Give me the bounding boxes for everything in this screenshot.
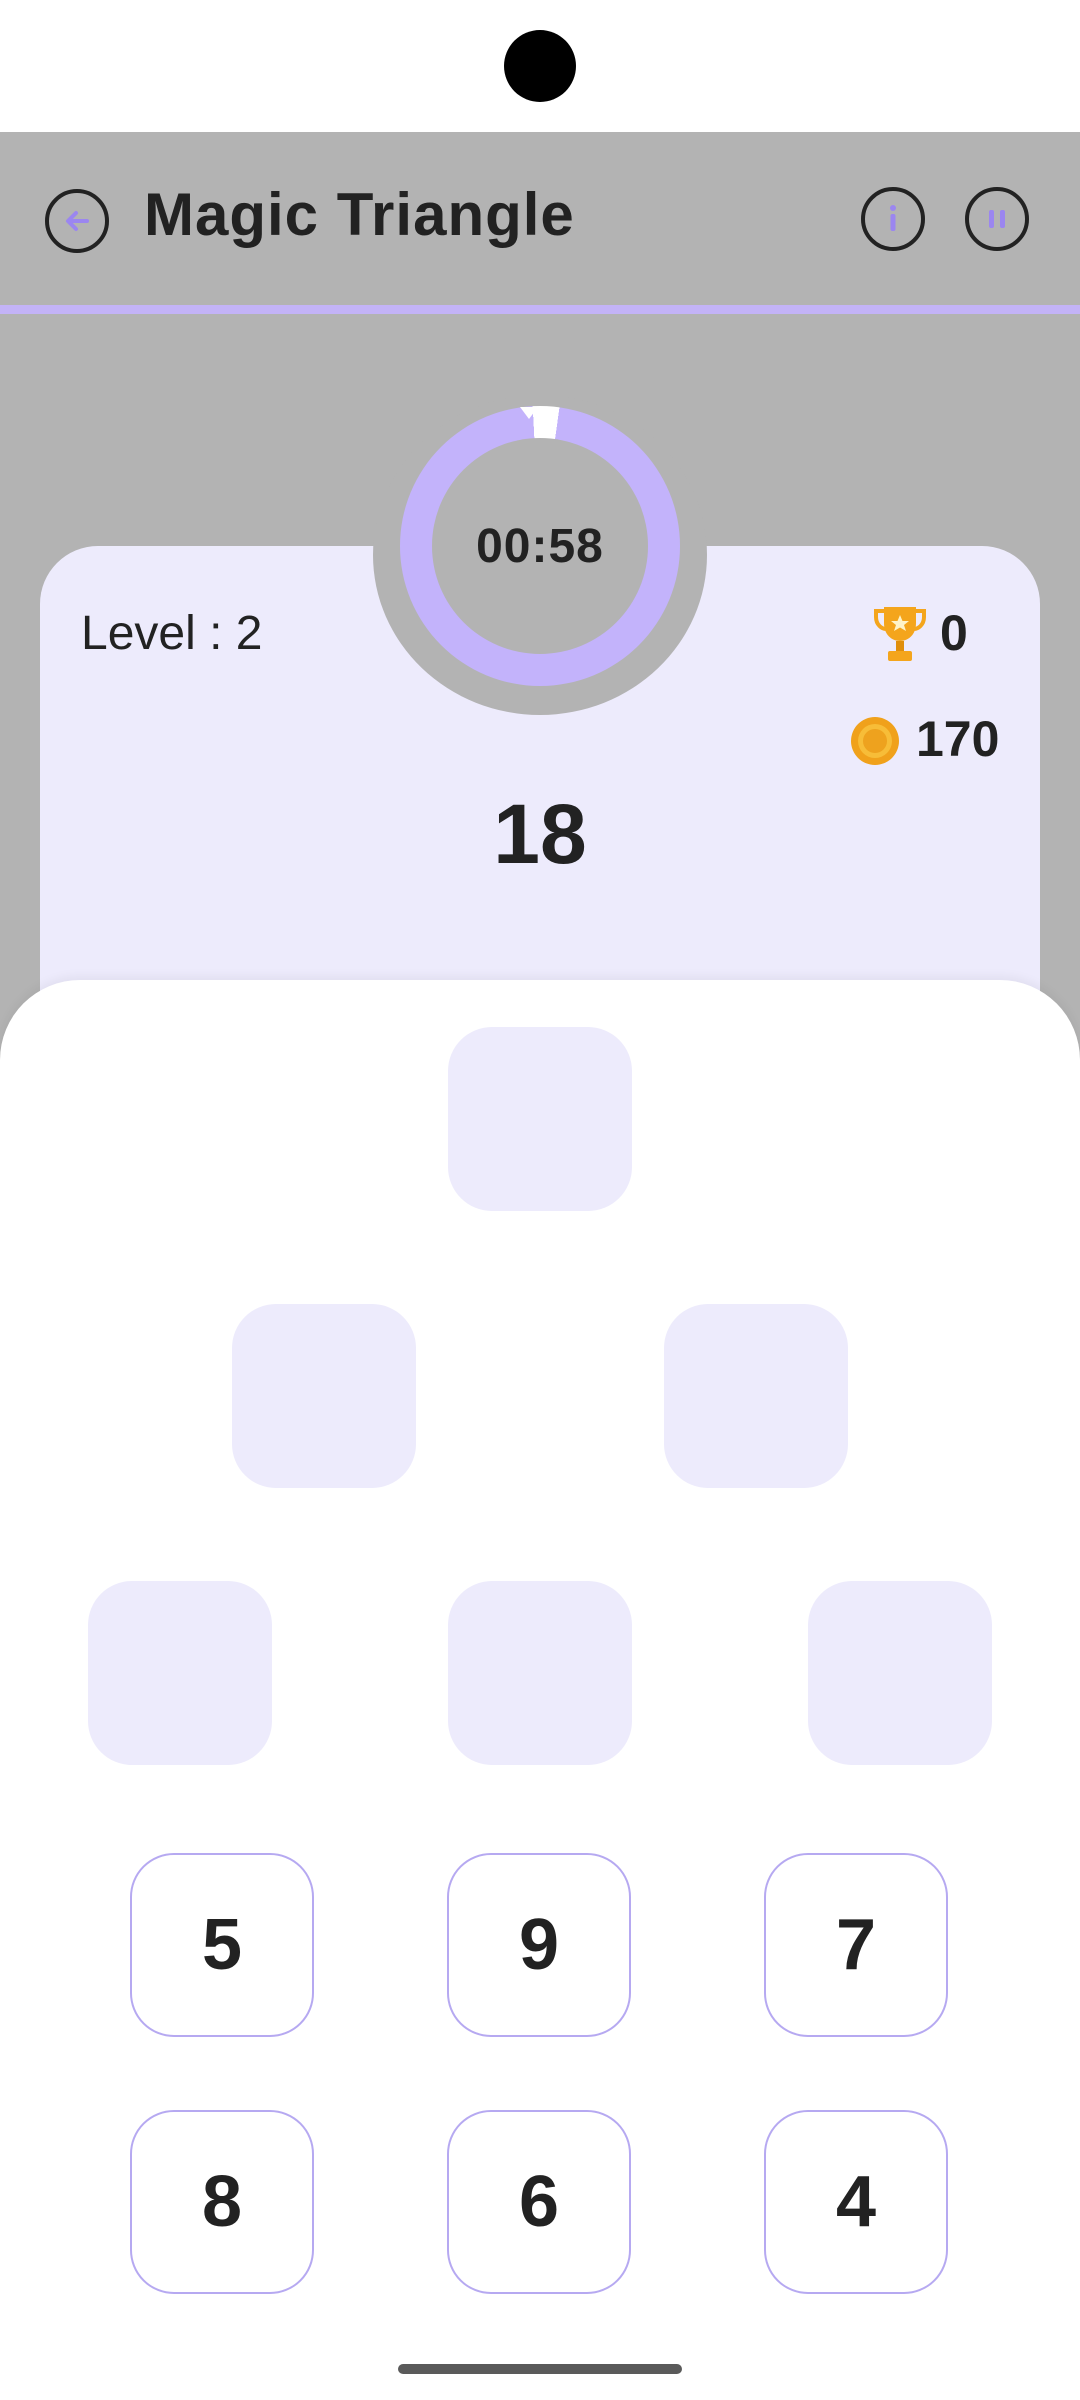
timer-text: 00:58: [476, 519, 604, 573]
app-bar-divider: [0, 305, 1080, 314]
screen: Magic Triangle 00:58 Level : 2 0 170 18: [0, 0, 1080, 2400]
number-button-7[interactable]: 7: [764, 1853, 948, 2037]
info-button[interactable]: [861, 187, 925, 251]
triangle-slot-mid-left[interactable]: [232, 1304, 416, 1488]
camera-cutout: [504, 30, 576, 102]
number-button-6[interactable]: 6: [447, 2110, 631, 2294]
number-button-5[interactable]: 5: [130, 1853, 314, 2037]
target-sum: 18: [493, 787, 587, 881]
level-label: Level : 2: [81, 607, 263, 660]
trophy-count: 0: [940, 605, 968, 661]
triangle-slot-bottom-center[interactable]: [448, 1581, 632, 1765]
triangle-slot-bottom-left[interactable]: [88, 1581, 272, 1765]
back-button[interactable]: [45, 189, 109, 253]
pause-icon: [989, 210, 1005, 228]
info-icon: [890, 205, 896, 231]
triangle-slot-top[interactable]: [448, 1027, 632, 1211]
timer-progress-marker: [520, 407, 538, 419]
coin-count: 170: [916, 711, 1000, 767]
back-arrow-icon: [66, 211, 89, 231]
coin-icon: [851, 717, 899, 765]
triangle-slot-bottom-right[interactable]: [808, 1581, 992, 1765]
triangle-slot-mid-right[interactable]: [664, 1304, 848, 1488]
home-indicator[interactable]: [398, 2364, 682, 2374]
number-button-9[interactable]: 9: [447, 1853, 631, 2037]
page-title: Magic Triangle: [144, 181, 575, 248]
status-bar: [0, 0, 1080, 132]
number-button-8[interactable]: 8: [130, 2110, 314, 2294]
pause-button[interactable]: [965, 187, 1029, 251]
trophy-icon: [874, 607, 926, 661]
number-button-4[interactable]: 4: [764, 2110, 948, 2294]
timer: 00:58: [432, 438, 648, 654]
